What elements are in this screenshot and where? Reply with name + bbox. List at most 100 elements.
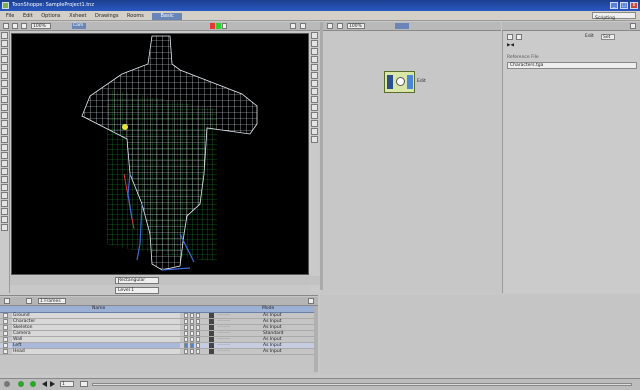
record-icon[interactable]	[30, 381, 36, 387]
fit-icon[interactable]	[290, 23, 296, 29]
row-check-3[interactable]	[196, 331, 200, 336]
row-visibility-icon[interactable]	[3, 337, 8, 342]
bender-tool-icon[interactable]	[1, 152, 8, 159]
room-tab-basic[interactable]: Basic	[152, 13, 182, 20]
menu-options[interactable]: Options	[41, 13, 60, 19]
row-check-3[interactable]	[196, 343, 200, 348]
row-check-1[interactable]	[184, 337, 188, 342]
tab-edit[interactable]: Edit	[585, 34, 599, 40]
flip-v-icon[interactable]	[311, 112, 318, 119]
frame-slider[interactable]	[92, 383, 632, 386]
zoom-field[interactable]: 100%	[31, 23, 51, 29]
menu-xsheet[interactable]: Xsheet	[69, 13, 86, 19]
lock-icon[interactable]	[12, 23, 18, 29]
fps-icon[interactable]	[80, 381, 88, 387]
panel-menu-icon[interactable]	[630, 23, 636, 29]
ruler-icon[interactable]	[311, 96, 318, 103]
safe-area-icon[interactable]	[311, 56, 318, 63]
rgb-picker-tool-icon[interactable]	[1, 112, 8, 119]
row-name[interactable]: Skeleton	[12, 325, 180, 330]
tab-set[interactable]: Set	[601, 34, 615, 40]
color-swatch-white[interactable]	[222, 23, 227, 29]
arrow-icon[interactable]	[3, 23, 9, 29]
cutter-tool-icon[interactable]	[1, 168, 8, 175]
row-visibility-icon[interactable]	[3, 331, 8, 336]
row-mode-dropdown[interactable]: Standard	[262, 331, 314, 336]
control-point-tool-icon[interactable]	[1, 120, 8, 127]
row-visibility-icon[interactable]	[3, 349, 8, 354]
fill-tool-icon[interactable]	[1, 72, 8, 79]
row-name[interactable]: Head	[12, 349, 180, 354]
row-check-1[interactable]	[184, 349, 188, 354]
row-check-1[interactable]	[184, 325, 188, 330]
row-name[interactable]: Camera	[12, 331, 180, 336]
row-check-2[interactable]	[190, 325, 194, 330]
preview-icon[interactable]	[311, 72, 318, 79]
iron-tool-icon[interactable]	[1, 160, 8, 167]
color-swatch-green[interactable]	[216, 23, 221, 29]
rotate-tool-icon[interactable]	[1, 216, 8, 223]
row-check-1[interactable]	[184, 319, 188, 324]
pencil-icon[interactable]	[209, 331, 214, 336]
row-visibility-icon[interactable]	[3, 343, 8, 348]
camera-view-button[interactable]: Cam	[72, 23, 86, 29]
row-check-3[interactable]	[196, 325, 200, 330]
row-mode-dropdown[interactable]: As Input	[262, 313, 314, 318]
reset-icon[interactable]	[300, 23, 306, 29]
close-button[interactable]: x	[630, 2, 638, 9]
subcamera-icon[interactable]	[311, 80, 318, 87]
schematic-node[interactable]	[384, 71, 415, 93]
paint-brush-tool-icon[interactable]	[1, 80, 8, 87]
animate-tool-icon[interactable]	[1, 40, 8, 47]
prev-frame-icon[interactable]	[42, 381, 47, 387]
xsheet-layout-icon[interactable]	[26, 298, 32, 304]
row-check-2[interactable]	[190, 313, 194, 318]
onion-skin-icon[interactable]	[311, 64, 318, 71]
row-visibility-icon[interactable]	[3, 325, 8, 330]
row-mode-dropdown[interactable]: As Input	[262, 325, 314, 330]
camera-side-icon[interactable]	[311, 32, 318, 39]
row-name[interactable]: Character	[12, 319, 180, 324]
row-check-3[interactable]	[196, 349, 200, 354]
row-check-2[interactable]	[190, 343, 194, 348]
stage-schematic-icon[interactable]	[337, 23, 343, 29]
room-selector[interactable]: Scripting	[592, 12, 636, 21]
row-check-2[interactable]	[190, 349, 194, 354]
style-picker-tool-icon[interactable]	[1, 104, 8, 111]
row-name[interactable]: Left	[12, 343, 180, 348]
menu-drawings[interactable]: Drawings	[95, 13, 118, 19]
tape-tool-icon[interactable]	[1, 96, 8, 103]
schematic-zoom[interactable]: 100%	[347, 23, 365, 29]
pinch-tool-icon[interactable]	[1, 128, 8, 135]
play-controls-icon[interactable]: ▶◀	[507, 43, 519, 49]
zoom-tool-icon[interactable]	[1, 208, 8, 215]
flip-h-icon[interactable]	[311, 104, 318, 111]
row-check-2[interactable]	[190, 337, 194, 342]
play-icon[interactable]	[18, 381, 24, 387]
table-side-icon[interactable]	[311, 40, 318, 47]
row-check-3[interactable]	[196, 337, 200, 342]
row-mode-dropdown[interactable]: As Input	[262, 319, 314, 324]
reset-view-icon[interactable]	[311, 120, 318, 127]
skeleton-tool-icon[interactable]	[1, 176, 8, 183]
next-frame-icon[interactable]	[50, 381, 55, 387]
row-mode-dropdown[interactable]: As Input	[262, 337, 314, 342]
row-mode-dropdown[interactable]: As Input	[262, 349, 314, 354]
eraser-tool-icon[interactable]	[1, 88, 8, 95]
frames-field[interactable]: 1 Frames	[38, 298, 66, 304]
hand-tool-icon[interactable]	[1, 224, 8, 231]
scene-type-dropdown[interactable]: Rectangular	[115, 277, 159, 284]
loop-icon[interactable]	[4, 381, 10, 387]
compare-icon[interactable]	[311, 136, 318, 143]
row-name[interactable]: Ground	[12, 313, 180, 318]
magnet-tool-icon[interactable]	[1, 144, 8, 151]
frame-field[interactable]: 1	[60, 381, 74, 387]
viewer-canvas[interactable]	[11, 33, 309, 275]
pivot-point[interactable]	[122, 124, 128, 130]
row-name[interactable]: Wall	[12, 337, 180, 342]
pencil-icon[interactable]	[209, 343, 214, 348]
menu-rooms[interactable]: Rooms	[127, 13, 144, 19]
row-mode-dropdown[interactable]: As Input	[262, 343, 314, 348]
pencil-icon[interactable]	[209, 319, 214, 324]
color-swatch-red[interactable]	[210, 23, 215, 29]
